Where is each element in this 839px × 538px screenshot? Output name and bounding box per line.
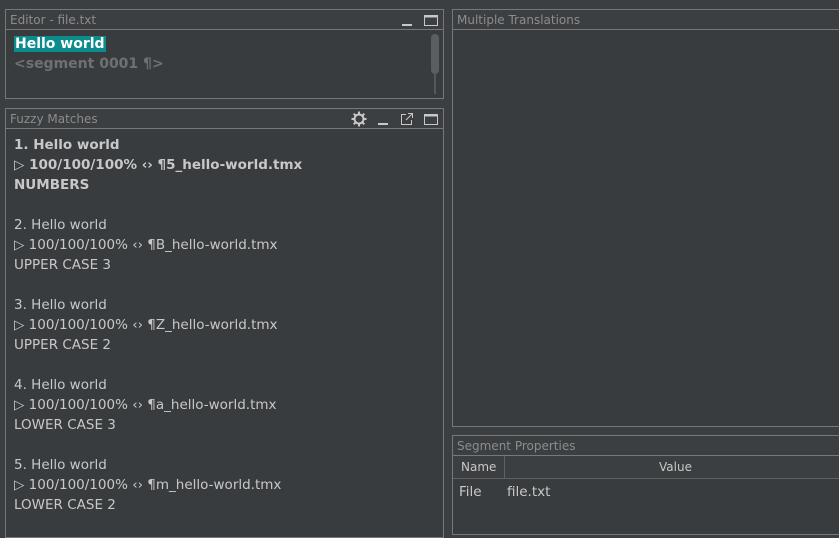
table-header: Name Value [453,456,839,479]
minimize-icon[interactable] [399,12,415,28]
editor-header: Editor - file.txt [6,10,443,30]
column-header-name[interactable]: Name [453,456,505,478]
segment-marker: <segment 0001 ¶> [14,56,164,72]
maximize-icon[interactable] [423,12,439,28]
undock-icon[interactable] [399,111,415,127]
column-header-value[interactable]: Value [505,456,839,478]
match-title: 1. Hello world [14,137,120,153]
editor-scrollbar-thumb[interactable] [431,34,439,74]
fuzzy-match-entry[interactable]: 5. Hello world ▷ 100/100/100% ‹› ¶m_hell… [14,455,302,515]
source-text[interactable]: Hello world [14,36,106,52]
gear-icon[interactable] [351,111,367,127]
editor-body[interactable]: Hello world <segment 0001 ¶> [6,30,443,98]
match-info: ▷ 100/100/100% ‹› ¶a_hello-world.tmx [14,397,277,413]
match-title: 2. Hello world [14,217,107,233]
multi-body[interactable] [453,30,839,426]
match-info: ▷ 100/100/100% ‹› ¶B_hello-world.tmx [14,237,278,253]
cell-name: File [459,484,482,500]
segprops-body: Name Value File file.txt [453,456,839,534]
match-note: LOWER CASE 2 [14,497,116,513]
multi-header: Multiple Translations [453,10,839,30]
multi-title: Multiple Translations [457,13,581,27]
cell-value: file.txt [507,484,551,500]
match-info: ▷ 100/100/100% ‹› ¶5_hello-world.tmx [14,157,303,173]
match-note: UPPER CASE 3 [14,257,112,273]
editor-scrollbar-line [434,74,436,94]
minimize-icon[interactable] [375,111,391,127]
match-title: 3. Hello world [14,297,107,313]
match-note: NUMBERS [14,177,90,193]
segprops-header: Segment Properties [453,436,839,456]
segment-properties-pane: Segment Properties Name Value File file.… [452,435,839,535]
fuzzy-match-entry[interactable]: 1. Hello world ▷ 100/100/100% ‹› ¶5_hell… [14,135,302,195]
table-row[interactable]: File file.txt [453,480,839,504]
editor-scrollbar[interactable] [431,34,439,94]
maximize-icon[interactable] [423,111,439,127]
match-info: ▷ 100/100/100% ‹› ¶Z_hello-world.tmx [14,317,278,333]
match-note: LOWER CASE 3 [14,417,116,433]
fuzzy-match-entry[interactable]: 3. Hello world ▷ 100/100/100% ‹› ¶Z_hell… [14,295,302,355]
match-title: 4. Hello world [14,377,107,393]
match-note: UPPER CASE 2 [14,337,112,353]
fuzzy-header: Fuzzy Matches [6,109,443,129]
match-info: ▷ 100/100/100% ‹› ¶m_hello-world.tmx [14,477,282,493]
fuzzy-match-entry[interactable]: 4. Hello world ▷ 100/100/100% ‹› ¶a_hell… [14,375,302,435]
match-title: 5. Hello world [14,457,107,473]
fuzzy-title: Fuzzy Matches [10,112,98,126]
fuzzy-body[interactable]: 1. Hello world ▷ 100/100/100% ‹› ¶5_hell… [6,129,443,537]
editor-pane: Editor - file.txt Hello world <segment 0… [5,9,444,99]
fuzzy-match-entry[interactable]: 2. Hello world ▷ 100/100/100% ‹› ¶B_hell… [14,215,302,275]
fuzzy-matches-pane: Fuzzy Matches 1. Hello world ▷ 100/100/1… [5,108,444,538]
segprops-title: Segment Properties [457,439,576,453]
multiple-translations-pane: Multiple Translations [452,9,839,427]
editor-title: Editor - file.txt [10,13,97,27]
